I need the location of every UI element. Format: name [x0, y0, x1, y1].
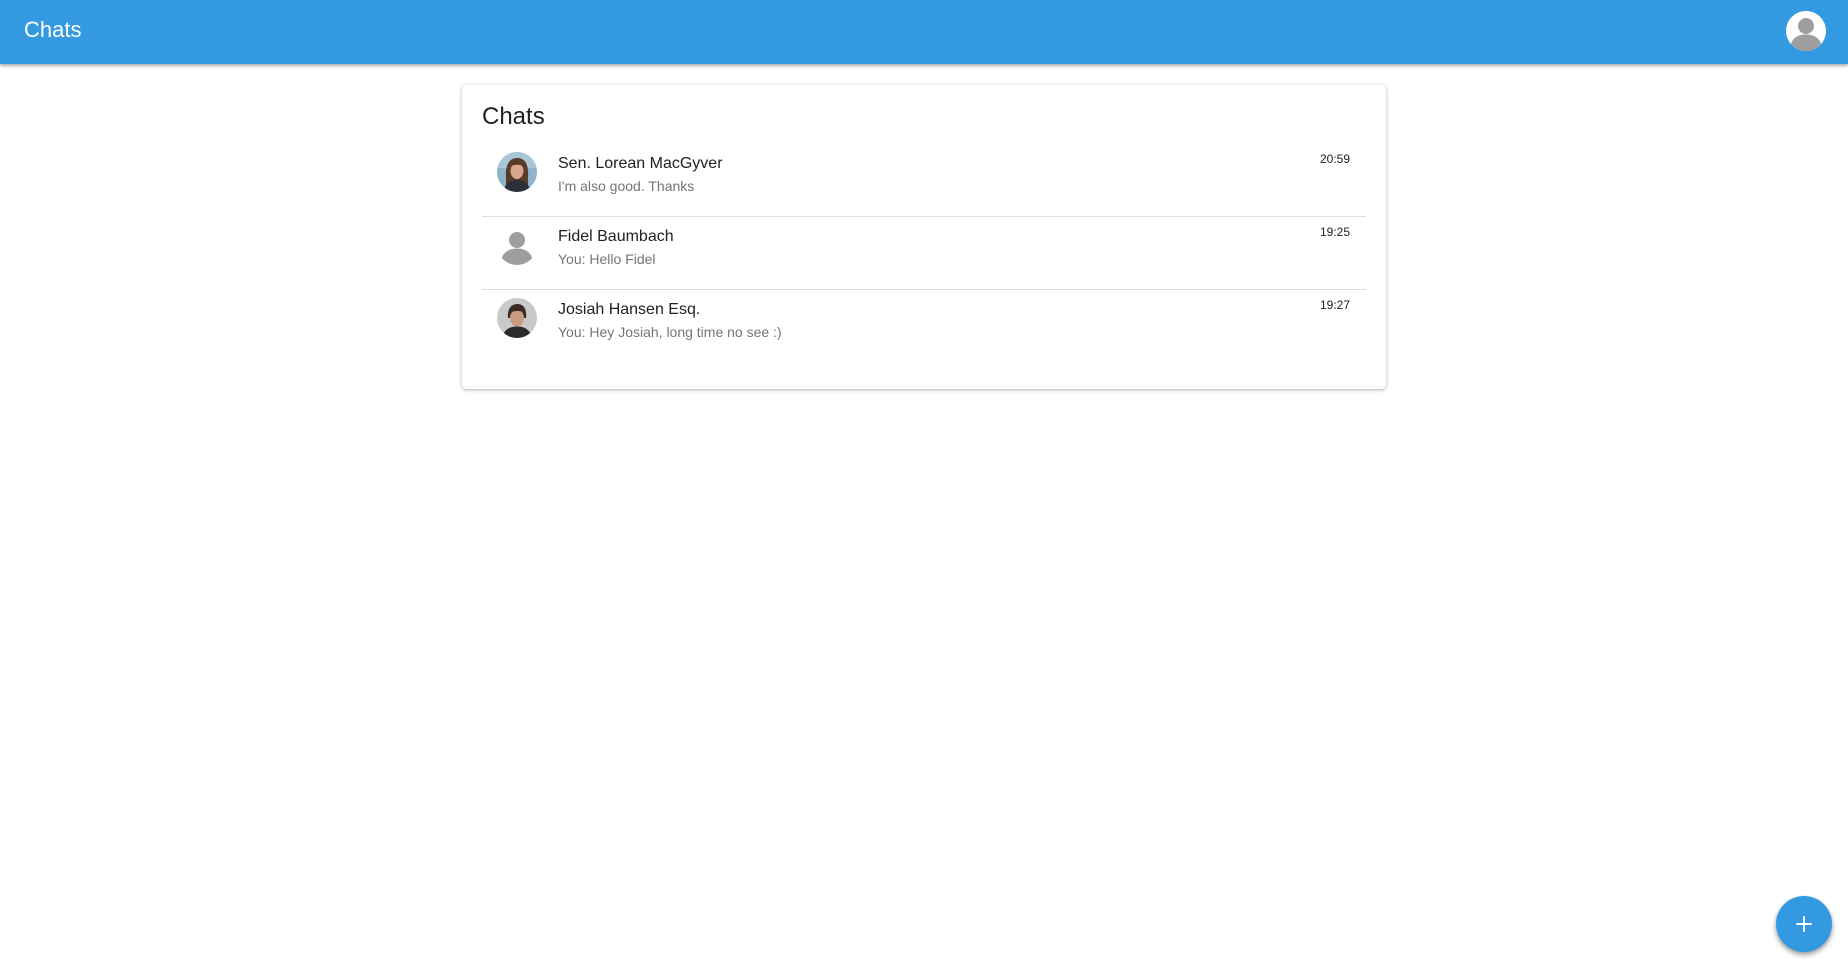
last-message-preview: You: Hey Josiah, long time no see :): [558, 324, 782, 340]
app-bar: Chats: [0, 0, 1848, 64]
chat-list-item[interactable]: Sen. Lorean MacGyver I'm also good. Than…: [482, 144, 1366, 217]
chat-list: Sen. Lorean MacGyver I'm also good. Than…: [482, 144, 1366, 362]
app-title: Chats: [24, 17, 82, 42]
contact-avatar: [497, 225, 537, 265]
contact-avatar: [497, 298, 537, 338]
message-time: 20:59: [1319, 152, 1350, 166]
plus-icon: [1796, 916, 1812, 932]
profile-avatar-button[interactable]: [1786, 11, 1826, 51]
message-time: 19:27: [1319, 298, 1350, 312]
message-time: 19:25: [1319, 225, 1350, 239]
new-chat-button[interactable]: [1776, 896, 1832, 952]
photo-woman-avatar-icon: [497, 152, 537, 192]
contact-name: Josiah Hansen Esq.: [558, 301, 701, 318]
default-user-avatar-icon: [497, 225, 537, 265]
photo-man-avatar-icon: [497, 298, 537, 338]
contact-name: Sen. Lorean MacGyver: [558, 155, 723, 172]
last-message-preview: You: Hello Fidel: [558, 251, 656, 267]
contact-name: Fidel Baumbach: [558, 228, 674, 245]
user-avatar-icon: [1786, 11, 1826, 51]
card-title: Chats: [482, 103, 545, 130]
chats-card: Chats Sen. Lorean MacGyver I'm also good…: [462, 85, 1386, 389]
chat-list-item[interactable]: Fidel Baumbach You: Hello Fidel 19:25: [482, 217, 1366, 290]
last-message-preview: I'm also good. Thanks: [558, 178, 695, 194]
chat-list-item[interactable]: Josiah Hansen Esq. You: Hey Josiah, long…: [482, 290, 1366, 362]
contact-avatar: [497, 152, 537, 192]
